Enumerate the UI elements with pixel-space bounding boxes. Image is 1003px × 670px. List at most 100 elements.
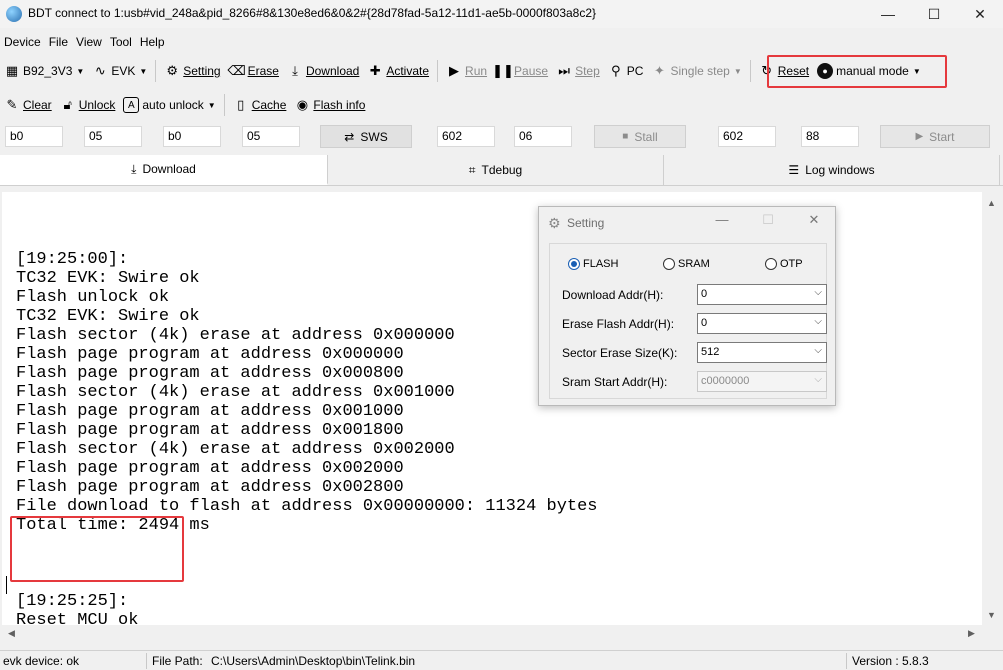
scroll-left-icon[interactable]: ◀	[8, 628, 15, 639]
pause-icon: ❚❚	[492, 63, 514, 78]
reset-label: Reset	[777, 64, 810, 78]
param-field-6[interactable]: 06	[514, 126, 572, 147]
single-step-label: Single step	[670, 64, 730, 78]
scroll-right-icon[interactable]: ▶	[968, 628, 975, 639]
main-toolbar: ▦ B92_3V3 ▼ ∿ EVK ▼ ⚙ Setting ⌫ Erase ⤓ …	[0, 56, 1003, 86]
step-icon: ⏭	[558, 63, 570, 78]
download-addr-value: 0	[701, 288, 708, 300]
setting-label: Setting	[183, 64, 221, 78]
scroll-up-icon[interactable]: ▲	[987, 198, 996, 208]
plus-icon: ✚	[369, 63, 381, 78]
radio-sram[interactable]: SRAM	[663, 258, 710, 270]
reset-button[interactable]: ↻ Reset	[755, 59, 813, 83]
sector-size-select[interactable]: 512 ⌵	[697, 342, 827, 363]
stall-label: Stall	[634, 129, 658, 144]
chip-select[interactable]: ▦ B92_3V3 ▼	[0, 59, 88, 83]
erase-addr-select[interactable]: 0 ⌵	[697, 313, 827, 334]
scroll-down-icon[interactable]: ▼	[987, 610, 996, 620]
sram-addr-select[interactable]: c0000000 ⌵	[697, 371, 827, 392]
dialog-maximize-button[interactable]: ☐	[753, 212, 783, 228]
download-icon: ⤓	[131, 161, 137, 176]
maximize-button[interactable]: ☐	[911, 0, 957, 28]
start-label: Start	[929, 129, 955, 144]
erase-addr-value: 0	[701, 317, 708, 329]
pc-button[interactable]: ⚲ PC	[604, 59, 648, 83]
dialog-title: Setting	[567, 216, 605, 230]
app-icon	[6, 6, 22, 22]
tab-log-windows[interactable]: ☰ Log windows	[664, 155, 1000, 185]
start-button[interactable]: ▶ Start	[880, 125, 990, 148]
horizontal-scrollbar[interactable]: ◀ ▶	[2, 625, 982, 643]
tab-tdebug[interactable]: ⌗ Tdebug	[328, 155, 664, 185]
dialog-body: FLASH SRAM OTP Download Addr(H): 0 ⌵ Era…	[549, 243, 827, 399]
log-output: [19:25:00]: TC32 EVK: Swire ok Flash unl…	[16, 212, 598, 625]
run-button[interactable]: ▶ Run	[442, 59, 491, 83]
minimize-button[interactable]: —	[865, 0, 911, 28]
download-button[interactable]: ⤓ Download	[283, 59, 363, 83]
param-field-8[interactable]: 88	[801, 126, 859, 147]
flash-info-button[interactable]: ◉ Flash info	[290, 93, 369, 117]
single-step-select[interactable]: ✦ Single step ▼	[647, 59, 745, 83]
mode-select[interactable]: ● manual mode ▼	[813, 59, 925, 83]
gear-icon: ⚙	[166, 63, 179, 78]
radio-sram-label: SRAM	[678, 258, 710, 270]
window-title: BDT connect to 1:usb#vid_248a&pid_8266#8…	[28, 6, 597, 20]
param-field-5[interactable]: 602	[437, 126, 495, 147]
stop-icon: ■	[622, 131, 629, 142]
param-field-1[interactable]: b0	[5, 126, 63, 147]
menu-view[interactable]: View	[72, 32, 106, 52]
dialog-minimize-button[interactable]: —	[707, 212, 737, 227]
close-button[interactable]: ✕	[957, 0, 1003, 28]
param-field-4[interactable]: 05	[242, 126, 300, 147]
board-select-label: EVK	[111, 64, 136, 78]
auto-unlock-label: auto unlock	[142, 98, 204, 112]
sync-icon: ⇄	[344, 129, 355, 144]
radio-otp[interactable]: OTP	[765, 258, 803, 270]
chevron-down-icon: ▼	[733, 66, 742, 76]
pc-label: PC	[626, 64, 644, 78]
menu-help[interactable]: Help	[136, 32, 169, 52]
status-divider	[146, 653, 147, 669]
erase-label: Erase	[247, 64, 279, 78]
clear-label: Clear	[23, 98, 52, 112]
vertical-scrollbar[interactable]: ▲ ▼	[982, 192, 1000, 625]
sws-button[interactable]: ⇄ SWS	[320, 125, 412, 148]
activate-label: Activate	[386, 64, 430, 78]
param-field-7[interactable]: 602	[718, 126, 776, 147]
param-field-3[interactable]: b0	[163, 126, 221, 147]
dialog-close-button[interactable]: ✕	[799, 212, 829, 228]
mode-icon: ●	[817, 63, 834, 79]
setting-button[interactable]: ⚙ Setting	[160, 59, 224, 83]
cache-button[interactable]: ▯ Cache	[229, 93, 291, 117]
sws-label: SWS	[360, 129, 388, 144]
param-field-2[interactable]: 05	[84, 126, 142, 147]
radio-otp-label: OTP	[780, 258, 803, 270]
download-addr-select[interactable]: 0 ⌵	[697, 284, 827, 305]
menu-tool[interactable]: Tool	[106, 32, 136, 52]
log-block-reset: [19:25:25]: Reset MCU ok Total time: 3 m…	[16, 592, 139, 625]
wave-icon: ∿	[94, 63, 106, 78]
setting-dialog: ⚙ Setting — ☐ ✕ FLASH SRAM OTP Download …	[538, 206, 836, 406]
radio-unselected-icon	[765, 258, 777, 270]
clear-button[interactable]: ✎ Clear	[0, 93, 56, 117]
sram-addr-value: c0000000	[701, 375, 750, 387]
tab-download[interactable]: ⤓ Download	[0, 155, 328, 185]
unlock-button[interactable]: 🔓︎ Unlock	[56, 93, 120, 117]
activate-button[interactable]: ✚ Activate	[363, 59, 433, 83]
pause-button[interactable]: ❚❚ Pause	[491, 59, 552, 83]
stall-button[interactable]: ■ Stall	[594, 125, 686, 148]
board-select[interactable]: ∿ EVK ▼	[88, 59, 151, 83]
sparkle-icon: ✦	[653, 63, 665, 78]
erase-button[interactable]: ⌫ Erase	[225, 59, 283, 83]
log-block-download: [19:25:00]: TC32 EVK: Swire ok Flash unl…	[16, 250, 598, 535]
play-icon: ▶	[915, 131, 924, 142]
auto-unlock-select[interactable]: A auto unlock ▼	[119, 93, 219, 117]
download-label: Download	[305, 64, 360, 78]
sector-size-value: 512	[701, 346, 720, 358]
menu-device[interactable]: Device	[0, 32, 45, 52]
menu-file[interactable]: File	[45, 32, 72, 52]
tab-tdebug-label: Tdebug	[481, 163, 523, 177]
radio-flash[interactable]: FLASH	[568, 258, 618, 270]
device-status: evk device: ok	[3, 654, 80, 668]
step-button[interactable]: ⏭ Step	[552, 59, 604, 83]
